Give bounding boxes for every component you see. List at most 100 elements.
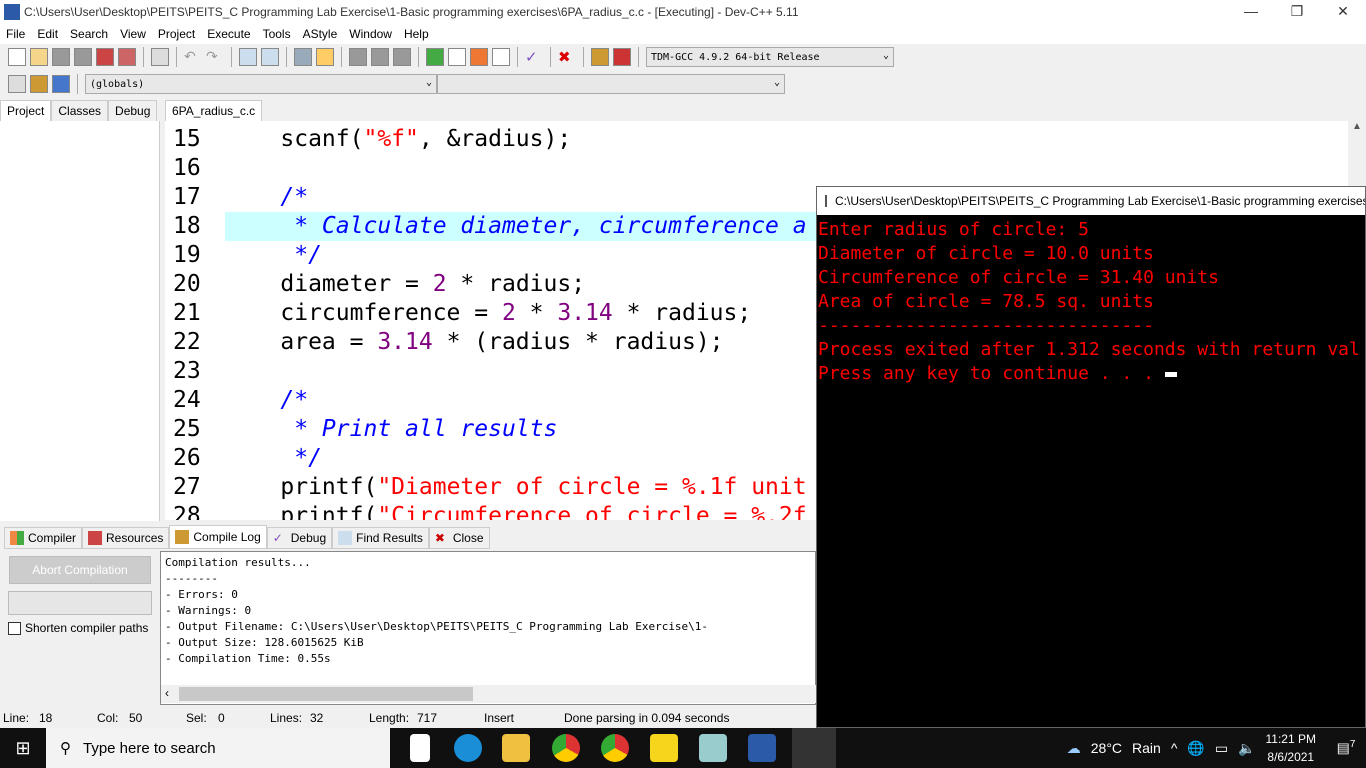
stop-execution-icon[interactable]: ✖: [558, 48, 576, 66]
status-col: 50: [129, 711, 143, 725]
code-token: 3.14: [557, 300, 613, 326]
tab-debug[interactable]: Debug: [108, 100, 158, 122]
goto-line-icon[interactable]: [294, 48, 312, 66]
delete-profile-icon[interactable]: [613, 48, 631, 66]
compile-run-icon[interactable]: [470, 48, 488, 66]
scroll-up-icon[interactable]: ▲: [1352, 121, 1362, 132]
menu-help[interactable]: Help: [398, 27, 435, 41]
tab-compiler[interactable]: Compiler: [4, 527, 83, 549]
close-file-icon[interactable]: [96, 48, 114, 66]
chrome-profile-icon[interactable]: [601, 734, 629, 762]
add-member-icon[interactable]: [30, 75, 48, 93]
weather-desc[interactable]: Rain: [1132, 740, 1161, 756]
menu-file[interactable]: File: [0, 27, 31, 41]
code-line[interactable]: [225, 154, 1348, 183]
chevron-up-icon[interactable]: ^: [1171, 740, 1178, 756]
close-button[interactable]: ✕: [1320, 0, 1366, 24]
tab-compile-log[interactable]: Compile Log: [169, 525, 267, 549]
log-line: - Output Size: 128.6015625 KiB: [165, 636, 364, 649]
indent-icon[interactable]: [349, 48, 367, 66]
undo-icon[interactable]: ↶: [184, 48, 202, 66]
new-file-icon[interactable]: [8, 48, 26, 66]
tab-find-results[interactable]: Find Results: [332, 527, 429, 549]
clock[interactable]: 11:21 PM 8/6/2021: [1266, 730, 1316, 766]
line-number: 16: [165, 154, 225, 183]
compile-log[interactable]: Compilation results... -------- - Errors: …: [160, 551, 816, 705]
network-icon[interactable]: 🌐: [1187, 740, 1204, 757]
status-bar: Line: 18 Col: 50 Sel: 0 Lines: 32 Length: 717…: [0, 708, 816, 728]
checkbox[interactable]: [8, 621, 21, 635]
print-icon[interactable]: [151, 48, 169, 66]
open-file-icon[interactable]: [30, 48, 48, 66]
new-class-icon[interactable]: [8, 75, 26, 93]
code-token: printf(: [225, 474, 378, 500]
abort-compilation-button[interactable]: Abort Compilation: [9, 556, 151, 584]
scope-select[interactable]: (globals) ⌄: [85, 74, 437, 94]
close-all-icon[interactable]: [118, 48, 136, 66]
file-icon[interactable]: [410, 734, 430, 762]
find-icon: [338, 531, 353, 545]
line-number: 15: [165, 125, 225, 154]
taskbar-search[interactable]: ⚲ Type here to search: [46, 728, 390, 768]
console-line: Press any key to continue . . .: [818, 359, 1365, 384]
console-title-bar[interactable]: C:\Users\User\Desktop\PEITS\PEITS_C Prog…: [817, 187, 1365, 215]
edge-icon[interactable]: [454, 734, 482, 762]
redo-icon[interactable]: ↷: [206, 48, 224, 66]
minimize-button[interactable]: —: [1228, 0, 1274, 24]
console-window[interactable]: C:\Users\User\Desktop\PEITS\PEITS_C Prog…: [816, 186, 1366, 728]
menu-astyle[interactable]: AStyle: [297, 27, 344, 41]
console-taskbar-icon[interactable]: [792, 728, 836, 768]
menu-edit[interactable]: Edit: [31, 27, 64, 41]
menu-search[interactable]: Search: [64, 27, 114, 41]
line-number: 20: [165, 270, 225, 299]
file-explorer-icon[interactable]: [502, 734, 530, 762]
syntax-check-icon[interactable]: ✓: [525, 48, 543, 66]
function-select[interactable]: ⌄: [437, 74, 785, 94]
weather-temp[interactable]: 28°C: [1091, 740, 1122, 756]
battery-icon[interactable]: ▭: [1215, 740, 1228, 757]
status-lines-label: Lines:: [270, 711, 303, 725]
scrollbar-thumb[interactable]: [179, 687, 473, 701]
find-icon[interactable]: [239, 48, 257, 66]
notification-icon[interactable]: ▤7: [1326, 739, 1366, 757]
restore-button[interactable]: ❐: [1274, 0, 1320, 24]
menu-tools[interactable]: Tools: [257, 27, 297, 41]
code-line[interactable]: scanf("%f", &radius);: [225, 125, 1348, 154]
insert-icon[interactable]: [52, 75, 70, 93]
shorten-paths-checkbox[interactable]: Shorten compiler paths: [8, 621, 148, 635]
compiler-select[interactable]: TDM-GCC 4.9.2 64-bit Release ⌄: [646, 47, 894, 67]
code-token: diameter =: [225, 271, 433, 297]
profile-icon[interactable]: [591, 48, 609, 66]
save-icon[interactable]: [52, 48, 70, 66]
rebuild-icon[interactable]: [492, 48, 510, 66]
devcpp-taskbar-icon[interactable]: [748, 734, 776, 762]
compile-icon[interactable]: [426, 48, 444, 66]
menu-window[interactable]: Window: [343, 27, 398, 41]
notepad-icon[interactable]: [699, 734, 727, 762]
menu-view[interactable]: View: [114, 27, 152, 41]
windows-start-icon[interactable]: ⊞: [0, 728, 46, 768]
tab-debug-output[interactable]: ✓ Debug: [266, 527, 333, 549]
tab-classes[interactable]: Classes: [51, 100, 109, 122]
run-icon[interactable]: [448, 48, 466, 66]
menu-execute[interactable]: Execute: [201, 27, 256, 41]
console-text: Enter radius of circle: 5: [818, 219, 1089, 240]
scroll-left-icon[interactable]: ‹: [165, 686, 169, 700]
tab-project[interactable]: Project: [0, 100, 52, 122]
replace-icon[interactable]: [261, 48, 279, 66]
sticky-notes-icon[interactable]: [650, 734, 678, 762]
log-line: --------: [165, 572, 218, 585]
editor-tab-file[interactable]: 6PA_radius_c.c: [165, 100, 263, 122]
tab-resources[interactable]: Resources: [82, 527, 170, 549]
chrome-icon[interactable]: [552, 734, 580, 762]
unindent-icon[interactable]: [371, 48, 389, 66]
save-all-icon[interactable]: [74, 48, 92, 66]
volume-icon[interactable]: 🔈: [1238, 740, 1255, 757]
menu-project[interactable]: Project: [152, 27, 201, 41]
toggle-bookmark-icon[interactable]: [316, 48, 334, 66]
line-number: 17: [165, 183, 225, 212]
comment-icon[interactable]: [393, 48, 411, 66]
scope-select-value: (globals): [90, 78, 145, 90]
log-horizontal-scrollbar[interactable]: ‹: [161, 685, 816, 703]
tab-close[interactable]: ✖ Close: [428, 527, 490, 549]
